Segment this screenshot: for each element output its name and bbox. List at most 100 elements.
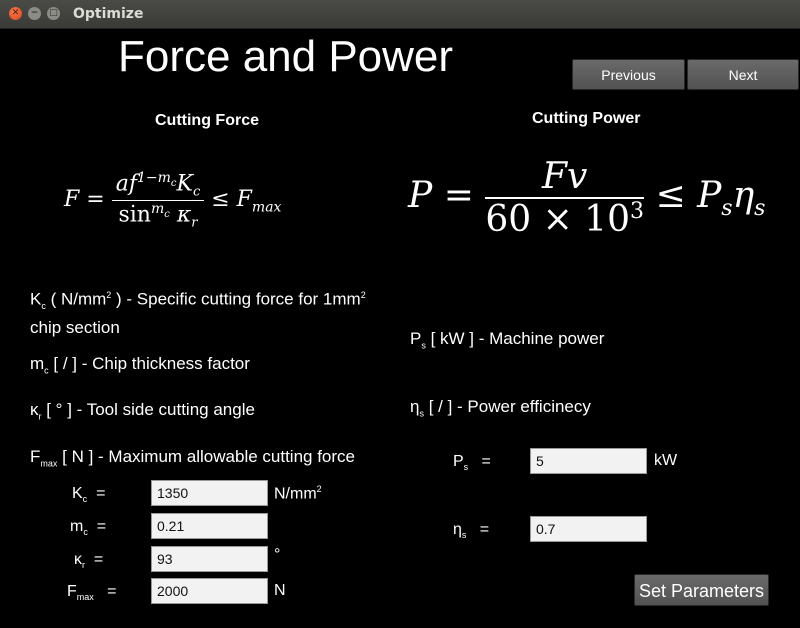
kr-desc-text: [ ° ] - Tool side cutting angle — [41, 400, 255, 419]
force-fraction: af1−m cKc sinmc κr — [111, 170, 205, 231]
kc-desc-sup2: 2 — [360, 290, 366, 300]
denominator-kappa-sub: r — [191, 215, 198, 231]
formula-power-lhs: P — [408, 175, 433, 216]
power-denominator-exponent: 3 — [629, 199, 644, 224]
formula-force-rhs-sub: max — [251, 199, 282, 216]
fmax-label-symbol: F — [67, 583, 77, 600]
formula-force-lhs: F — [64, 187, 80, 213]
close-window-button[interactable]: ✕ — [9, 7, 22, 20]
fmax-desc-symbol: F — [30, 447, 41, 466]
kc-unit-sup: 2 — [316, 484, 322, 494]
power-numerator: Fv — [485, 156, 644, 199]
eta-label-sub: s — [461, 530, 467, 541]
numerator-k-sub: c — [192, 184, 201, 200]
kr-label-eq: = — [93, 551, 104, 568]
minimize-icon: − — [30, 8, 39, 18]
ps-desc-text: [ kW ] - Machine power — [425, 329, 605, 348]
mc-label-eq: = — [96, 518, 107, 535]
formula-equals: = — [86, 187, 105, 213]
kc-field-label: Kc = — [72, 485, 105, 504]
mc-input[interactable]: 0.21 — [151, 513, 268, 539]
formula-power-rhs-p-sub: s — [721, 196, 733, 222]
power-fraction: Fv 60 × 103 — [485, 156, 644, 240]
ps-label-sub: s — [463, 462, 469, 473]
kr-unit: ° — [274, 546, 281, 563]
fmax-desc-sub: max — [40, 458, 58, 469]
set-parameters-button[interactable]: Set Parameters — [634, 574, 769, 606]
eta-label-eq: = — [479, 521, 490, 538]
eta-description: ηs [ / ] - Power efficinecy — [410, 396, 591, 424]
kc-unit-text: N/mm — [274, 485, 317, 503]
ps-field-label: Ps = — [453, 453, 491, 472]
power-denominator: 60 × 103 — [485, 199, 644, 240]
ps-label-symbol: P — [453, 453, 464, 470]
ps-desc-symbol: P — [410, 329, 422, 348]
formula-power-equals: = — [443, 175, 474, 216]
formula-power-rhs-eta: η — [732, 175, 755, 216]
kc-desc-text2: ) - Specific cutting force for 1mm — [111, 289, 361, 309]
kr-input[interactable]: 93 — [151, 546, 268, 572]
mc-desc-symbol: m — [30, 354, 45, 373]
mc-label-sub: c — [83, 527, 88, 538]
previous-button[interactable]: Previous — [572, 59, 685, 90]
eta-desc-text: [ / ] - Power efficinecy — [423, 397, 591, 416]
kc-unit: N/mm2 — [274, 484, 322, 503]
kr-desc-symbol: κ — [30, 400, 39, 419]
cutting-power-heading: Cutting Power — [532, 110, 641, 127]
denominator-kappa: κ — [176, 202, 192, 228]
window-title: Optimize — [73, 6, 144, 22]
kr-field-label: κr = — [74, 551, 103, 570]
denominator-exponent: m — [150, 200, 165, 217]
formula-le: ≤ — [211, 187, 230, 213]
numerator-af: af — [115, 171, 137, 197]
ps-input[interactable]: 5 — [530, 448, 647, 474]
kc-desc-text1: ( N/mm — [45, 289, 107, 309]
ps-unit: kW — [654, 452, 678, 469]
formula-power-le: ≤ — [655, 175, 686, 216]
next-button[interactable]: Next — [687, 59, 799, 90]
fmax-desc-text: [ N ] - Maximum allowable cutting force — [57, 447, 356, 466]
formula-power-rhs-p: P — [697, 175, 722, 216]
force-numerator: af1−mcKc — [111, 170, 205, 201]
page-title: Force and Power — [118, 32, 454, 81]
denominator-exponent-sub: c — [164, 208, 170, 220]
eta-input[interactable]: 0.7 — [530, 516, 647, 542]
window-titlebar: ✕ − □ Optimize — [0, 0, 800, 29]
minimize-window-button[interactable]: − — [28, 7, 41, 20]
maximize-icon: □ — [49, 8, 58, 18]
kc-label-symbol: K — [72, 485, 83, 502]
mc-desc-text: [ / ] - Chip thickness factor — [48, 354, 250, 373]
fmax-description: Fmax [ N ] - Maximum allowable cutting f… — [30, 446, 355, 474]
mc-label-symbol: m — [70, 518, 84, 535]
fmax-input[interactable]: 2000 — [151, 578, 268, 604]
mc-field-label: mc = — [70, 518, 106, 537]
cutting-force-heading: Cutting Force — [155, 112, 259, 129]
maximize-window-button[interactable]: □ — [47, 7, 60, 20]
fmax-label-sub: max — [76, 592, 94, 603]
eta-field-label: ηs = — [453, 521, 489, 540]
kc-label-eq: = — [96, 485, 106, 502]
mc-description: mc [ / ] - Chip thickness factor — [30, 353, 250, 381]
fmax-unit: N — [274, 582, 286, 599]
fmax-field-label: Fmax = — [67, 583, 116, 602]
kc-input[interactable]: 1350 — [151, 480, 268, 506]
kc-desc-symbol: K — [30, 289, 42, 309]
denominator-sin: sin — [118, 202, 151, 228]
kr-label-sub: r — [82, 560, 85, 571]
power-denominator-base: 60 × 10 — [485, 199, 630, 240]
cutting-force-formula: F = af1−m cKc sinmc κr ≤ Fmax — [64, 170, 281, 230]
fmax-label-eq: = — [107, 583, 117, 600]
formula-force-rhs: F — [236, 187, 252, 213]
cutting-power-formula: P = Fv 60 × 103 ≤ Psηs — [408, 156, 765, 240]
kr-description: κr [ ° ] - Tool side cutting angle — [30, 399, 255, 427]
eta-label-symbol: η — [453, 521, 462, 538]
numerator-exponent: 1−m — [136, 170, 171, 186]
kc-desc-text3: chip section — [30, 318, 120, 338]
kr-label-symbol: κ — [74, 551, 82, 568]
kc-description: Kc ( N/mm2 ) - Specific cutting force fo… — [30, 284, 400, 339]
ps-label-eq: = — [481, 453, 491, 470]
formula-power-rhs-eta-sub: s — [754, 196, 766, 222]
close-icon: ✕ — [11, 8, 20, 18]
ps-description: Ps [ kW ] - Machine power — [410, 328, 604, 356]
numerator-k: K — [176, 171, 193, 197]
